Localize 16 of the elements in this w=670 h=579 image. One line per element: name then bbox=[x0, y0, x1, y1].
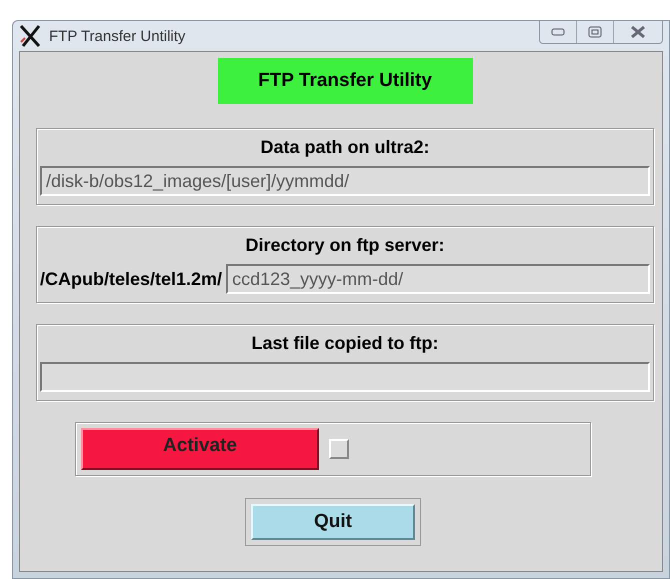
last-file-field[interactable] bbox=[40, 362, 650, 392]
app-banner: FTP Transfer Utility bbox=[218, 58, 472, 104]
ftp-directory-field[interactable]: ccd123_yyyy-mm-dd/ bbox=[226, 264, 650, 294]
activate-button[interactable]: Activate bbox=[81, 428, 319, 470]
ftp-path-prefix: /CApub/teles/tel1.2m/ bbox=[40, 268, 222, 290]
last-file-label: Last file copied to ftp: bbox=[252, 333, 438, 354]
data-path-label: Data path on ultra2: bbox=[260, 137, 430, 158]
maximize-icon bbox=[588, 26, 602, 38]
x-logo-icon bbox=[19, 25, 43, 47]
window-title: FTP Transfer Untility bbox=[49, 28, 186, 44]
minimize-icon bbox=[551, 28, 565, 36]
ftp-directory-label: Directory on ftp server: bbox=[245, 235, 445, 256]
quit-button[interactable]: Quit bbox=[251, 504, 415, 540]
close-icon bbox=[630, 25, 646, 39]
data-path-field[interactable]: /disk-b/obs12_images/[user]/yymmdd/ bbox=[40, 166, 650, 196]
activate-indicator[interactable] bbox=[329, 439, 349, 459]
